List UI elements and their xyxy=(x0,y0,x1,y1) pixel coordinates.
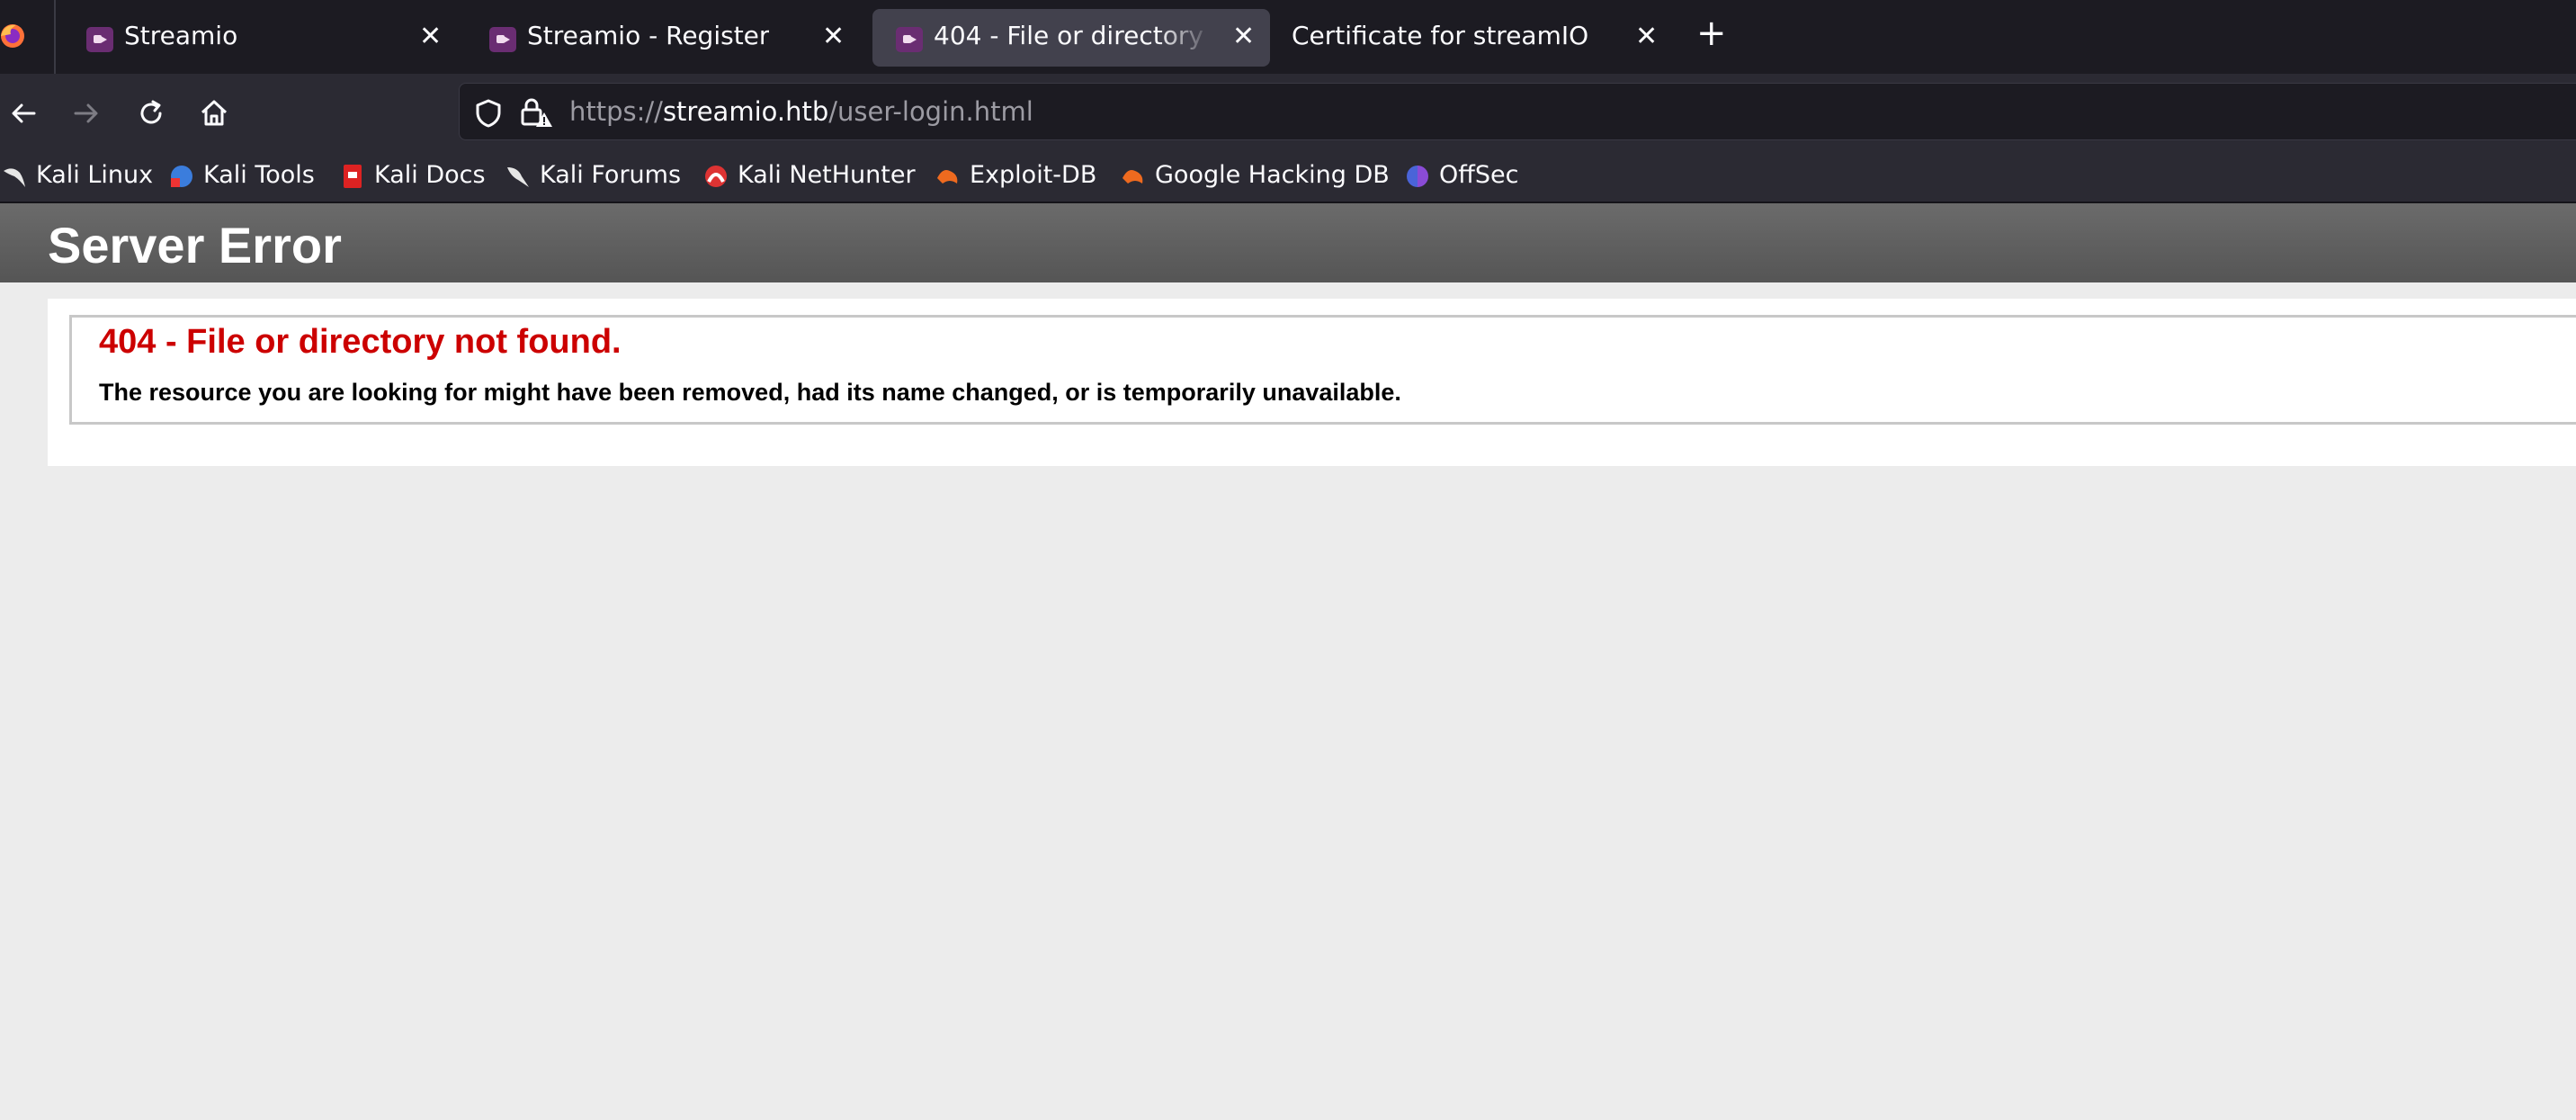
tab-close-icon[interactable]: ✕ xyxy=(1232,21,1255,52)
tab-title: Certificate for streamIO xyxy=(1292,21,1589,50)
bookmark-label: OffSec xyxy=(1439,161,1519,189)
url-host: streamio.htb xyxy=(662,96,829,127)
server-error-header: Server Error xyxy=(0,203,2576,282)
bookmark-label: Kali Tools xyxy=(203,161,315,189)
navigation-toolbar: https://streamio.htb/user-login.html xyxy=(0,74,2576,151)
firefox-logo-icon[interactable] xyxy=(0,18,29,54)
back-arrow-icon[interactable] xyxy=(4,94,43,133)
tracking-protection-shield-icon[interactable] xyxy=(474,98,503,129)
streamio-favicon-icon xyxy=(896,27,923,52)
kali-forums-icon xyxy=(507,167,529,187)
offsec-icon xyxy=(1407,166,1428,187)
tab-title: Streamio xyxy=(124,21,238,50)
tab-close-icon[interactable]: ✕ xyxy=(822,21,845,52)
error-title: 404 - File or directory not found. xyxy=(99,323,622,361)
google-hacking-db-icon xyxy=(1123,170,1143,184)
page-viewport: Server Error 404 - File or directory not… xyxy=(0,203,2576,1120)
streamio-favicon-icon xyxy=(489,27,516,52)
bookmark-label: Kali Forums xyxy=(540,161,682,189)
bookmark-label: Google Hacking DB xyxy=(1155,161,1390,189)
url-bar[interactable]: https://streamio.htb/user-login.html xyxy=(459,83,2576,140)
tab-streamio[interactable]: Streamio ✕ xyxy=(63,9,459,67)
url-scheme: https:// xyxy=(569,96,663,127)
kali-nethunter-icon xyxy=(705,166,727,187)
home-icon[interactable] xyxy=(194,94,234,133)
tab-close-icon[interactable]: ✕ xyxy=(419,21,442,52)
error-fieldset: 404 - File or directory not found. The r… xyxy=(69,315,2576,425)
tab-404-error[interactable]: 404 - File or directory not found. ✕ xyxy=(872,9,1270,67)
bookmark-label: Kali NetHunter xyxy=(738,161,916,189)
insecure-lock-icon[interactable] xyxy=(519,96,555,129)
bookmark-label: Exploit-DB xyxy=(970,161,1097,189)
tab-streamio-register[interactable]: Streamio - Register ✕ xyxy=(466,9,862,67)
tab-strip: Streamio ✕ Streamio - Register ✕ 404 - F… xyxy=(0,0,2576,74)
error-content-panel: 404 - File or directory not found. The r… xyxy=(48,299,2576,466)
tab-title: Streamio - Register xyxy=(527,21,770,50)
tab-certificate[interactable]: Certificate for streamIO ✕ xyxy=(1277,9,1673,67)
new-tab-button[interactable]: + xyxy=(1696,13,1727,54)
streamio-favicon-icon xyxy=(86,27,113,52)
bookmarks-toolbar: Kali Linux Kali Tools Kali Docs Kali For… xyxy=(0,151,2576,203)
tab-separator xyxy=(54,0,56,74)
page-title: Server Error xyxy=(48,217,342,273)
kali-dragon-icon xyxy=(4,168,25,187)
error-message: The resource you are looking for might h… xyxy=(99,379,1401,406)
tab-close-icon[interactable]: ✕ xyxy=(1635,21,1658,52)
forward-arrow-icon[interactable] xyxy=(67,94,106,133)
kali-tools-icon xyxy=(171,166,192,187)
bookmark-label: Kali Linux xyxy=(36,161,154,189)
tab-title: 404 - File or directory not found. xyxy=(934,21,1212,50)
kali-docs-icon xyxy=(344,165,362,188)
exploit-db-icon xyxy=(937,170,958,184)
bookmark-label: Kali Docs xyxy=(374,161,486,189)
url-text[interactable]: https://streamio.htb/user-login.html xyxy=(569,96,1033,127)
reload-icon[interactable] xyxy=(131,94,171,133)
url-path: /user-login.html xyxy=(828,96,1033,127)
